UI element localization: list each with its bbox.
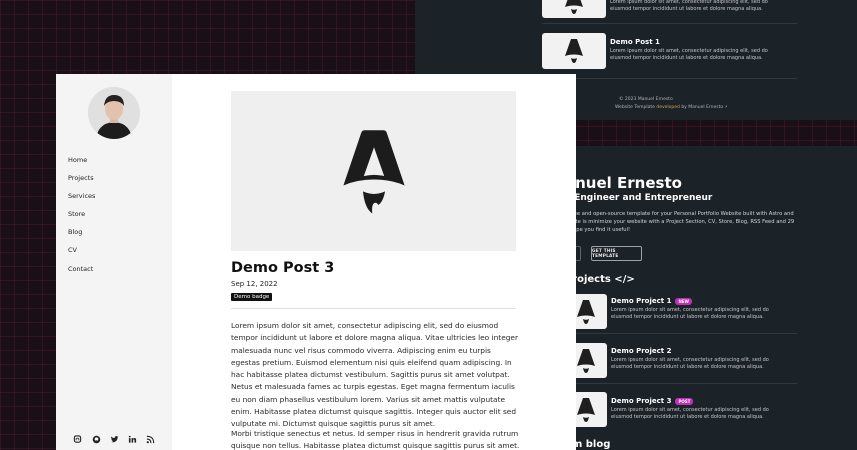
post-paragraph: Lorem ipsum dolor sit amet, consectetur … bbox=[231, 321, 519, 429]
footer-prefix: Website Template bbox=[615, 105, 657, 110]
project-title-text: Demo Project 3 bbox=[611, 397, 672, 405]
astro-logo-icon bbox=[565, 0, 583, 14]
linkedin-icon[interactable] bbox=[128, 435, 137, 444]
footer-credit: Website Template developed by Manuel Ern… bbox=[615, 105, 728, 110]
nav-cv[interactable]: CV bbox=[68, 246, 77, 254]
footer-suffix: by Manuel Ernesto ⚡ bbox=[679, 105, 728, 110]
divider bbox=[542, 23, 797, 24]
project-excerpt: Lorem ipsum dolor sit amet, consectetur … bbox=[611, 357, 769, 370]
nav-services[interactable]: Services bbox=[68, 192, 95, 200]
divider bbox=[231, 308, 516, 309]
twitter-icon[interactable] bbox=[110, 435, 119, 444]
nav-contact[interactable]: Contact bbox=[68, 265, 93, 273]
mastodon-icon[interactable] bbox=[73, 435, 82, 444]
project-excerpt: Lorem ipsum dolor sit amet, consectetur … bbox=[611, 307, 769, 320]
post-title[interactable]: Demo Post 1 bbox=[610, 38, 660, 46]
post-excerpt: Lorem ipsum dolor sit amet, consectetur … bbox=[610, 48, 768, 61]
github-icon[interactable] bbox=[92, 435, 101, 444]
get-template-button[interactable]: GET THIS TEMPLATE bbox=[591, 246, 642, 261]
astro-logo-icon bbox=[577, 348, 595, 373]
nav-blog[interactable]: Blog bbox=[68, 228, 82, 236]
post-cover-image bbox=[231, 91, 516, 251]
project-title[interactable]: Demo Project 3 POST bbox=[611, 397, 694, 405]
post-date: Sep 12, 2022 bbox=[231, 280, 278, 288]
hero-name: anuel Ernesto bbox=[565, 174, 682, 192]
copyright-text: © 2023 Manuel Ernesto bbox=[619, 97, 673, 102]
project-excerpt: Lorem ipsum dolor sit amet, consectetur … bbox=[611, 407, 769, 420]
divider bbox=[565, 333, 797, 334]
divider bbox=[565, 383, 797, 384]
astro-logo-icon bbox=[577, 397, 595, 422]
project-title-text: Demo Project 1 bbox=[611, 297, 672, 305]
post-badge: Demo badge bbox=[231, 293, 273, 301]
post-title: Demo Post 3 bbox=[231, 260, 335, 276]
hero-description: a free and open-source template for your… bbox=[565, 211, 795, 233]
post-thumbnail[interactable] bbox=[542, 0, 606, 18]
astro-logo-icon bbox=[577, 299, 595, 324]
post-badge: POST bbox=[675, 397, 694, 405]
avatar[interactable] bbox=[88, 87, 140, 139]
hero-role: e Engineer and Entrepreneur bbox=[565, 193, 713, 203]
project-title[interactable]: Demo Project 1 NEW bbox=[611, 297, 692, 305]
blog-post-window: Home Projects Services Store Blog CV Con… bbox=[56, 74, 576, 450]
divider bbox=[542, 78, 797, 79]
astro-logo-icon bbox=[342, 130, 405, 214]
rss-icon[interactable] bbox=[146, 435, 155, 444]
nav-home[interactable]: Home bbox=[68, 156, 87, 164]
project-title[interactable]: Demo Project 2 bbox=[611, 347, 671, 355]
nav-store[interactable]: Store bbox=[68, 210, 85, 218]
profile-photo-icon bbox=[88, 87, 140, 139]
footer-link[interactable]: developed bbox=[656, 105, 680, 110]
new-badge: NEW bbox=[675, 297, 692, 305]
astro-logo-icon bbox=[565, 39, 583, 63]
post-thumbnail[interactable] bbox=[542, 33, 606, 69]
post-paragraph: Morbi tristique senectus et netus. Id se… bbox=[231, 429, 520, 450]
sidebar: Home Projects Services Store Blog CV Con… bbox=[56, 74, 172, 450]
nav-projects[interactable]: Projects bbox=[68, 174, 94, 182]
post-excerpt: Lorem ipsum dolor sit amet, consectetur … bbox=[610, 0, 768, 12]
